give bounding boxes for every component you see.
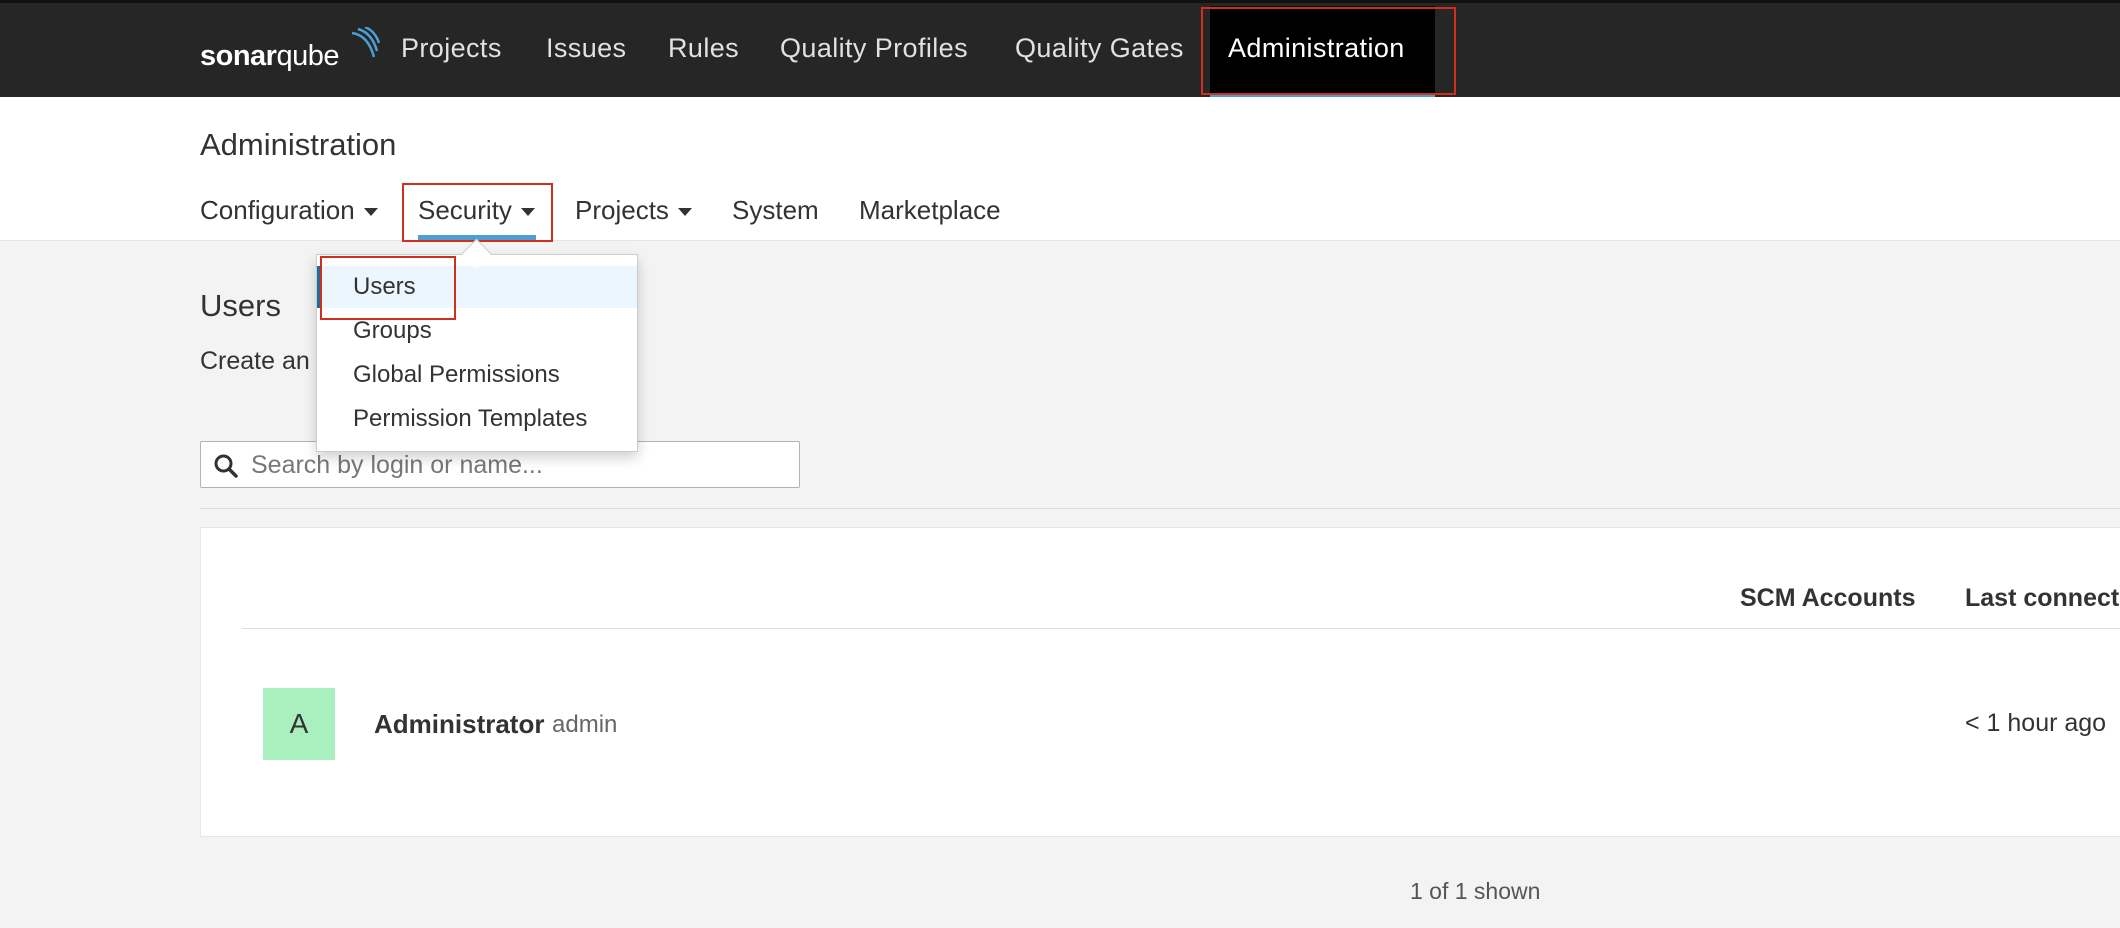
caret-down-icon — [677, 208, 692, 216]
search-input[interactable] — [249, 447, 793, 483]
caret-down-icon — [363, 208, 378, 216]
menu-item-groups[interactable]: Groups — [317, 310, 637, 352]
search-icon — [214, 454, 238, 478]
logo-text-sonar: sonar — [200, 40, 277, 72]
subnav-marketplace-label: Marketplace — [859, 195, 1001, 225]
last-connection: < 1 hour ago — [1965, 709, 2107, 737]
nav-administration-label: Administration — [1228, 33, 1405, 63]
subnav-system[interactable]: System — [732, 195, 819, 226]
nav-projects[interactable]: Projects — [401, 33, 502, 64]
subnav-system-label: System — [732, 195, 819, 225]
column-header-scm-accounts[interactable]: SCM Accounts — [1740, 584, 1915, 613]
users-description-start: Create an — [200, 347, 310, 375]
subnav-configuration[interactable]: Configuration — [200, 195, 378, 226]
top-navigation-bar: sonar qube Projects Issues Rules Quality … — [0, 0, 2120, 100]
subnav-security[interactable]: Security — [418, 195, 535, 226]
active-item-marker — [317, 266, 321, 308]
avatar: A — [263, 688, 335, 760]
nav-quality-gates[interactable]: Quality Gates — [1015, 33, 1184, 64]
column-header-last-connection[interactable]: Last connect — [1965, 584, 2119, 613]
logo-text-qube: qube — [276, 40, 339, 72]
user-name: Administrator — [374, 709, 545, 739]
table-header-divider — [242, 628, 2120, 629]
security-dropdown-menu: Users Groups Global Permissions Permissi… — [316, 254, 638, 452]
sonarqube-logo[interactable]: sonar qube — [200, 27, 380, 73]
results-count: 1 of 1 shown — [1410, 878, 1541, 904]
sonar-waves-icon — [351, 27, 380, 58]
menu-item-permission-templates[interactable]: Permission Templates — [317, 398, 637, 440]
nav-administration[interactable]: Administration — [1210, 6, 1435, 100]
subnav-projects-label: Projects — [575, 195, 669, 225]
user-login: admin — [552, 711, 618, 738]
subnav-security-label: Security — [418, 195, 512, 225]
subnav-marketplace[interactable]: Marketplace — [859, 195, 1001, 226]
nav-issues[interactable]: Issues — [546, 33, 626, 64]
users-table: SCM Accounts Last connect A Administrato… — [200, 527, 2120, 837]
nav-rules[interactable]: Rules — [668, 33, 739, 64]
users-title: Users — [200, 288, 281, 323]
menu-item-users-label: Users — [353, 273, 416, 300]
menu-item-global-permissions[interactable]: Global Permissions — [317, 354, 637, 396]
caret-down-icon — [520, 208, 535, 216]
page-title: Administration — [200, 127, 397, 162]
menu-item-users[interactable]: Users — [317, 266, 637, 308]
nav-quality-profiles[interactable]: Quality Profiles — [780, 33, 968, 64]
search-divider — [200, 508, 2120, 509]
subnav-projects[interactable]: Projects — [575, 195, 692, 226]
subnav-configuration-label: Configuration — [200, 195, 355, 225]
